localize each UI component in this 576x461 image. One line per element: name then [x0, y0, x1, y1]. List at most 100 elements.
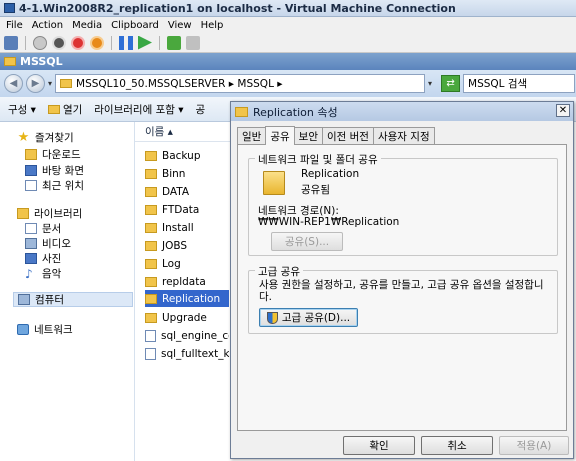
list-item[interactable]: Install — [145, 219, 229, 236]
pause-icon[interactable] — [119, 35, 133, 50]
reset-icon[interactable] — [138, 35, 152, 50]
organize-button[interactable]: 구성 ▾ — [8, 102, 36, 117]
nav-videos[interactable]: 비디오 — [25, 236, 71, 251]
turn-off-icon[interactable] — [52, 35, 66, 50]
open-label: 열기 — [62, 103, 83, 116]
folder-icon — [145, 186, 157, 197]
start-icon[interactable] — [33, 35, 47, 50]
nav-network[interactable]: 네트워크 — [17, 322, 73, 337]
address-bar[interactable]: MSSQL10_50.MSSQLSERVER ▸ MSSQL ▸ — [55, 74, 426, 93]
list-item[interactable]: DATA — [145, 183, 229, 200]
nav-libraries[interactable]: 라이브러리 — [17, 206, 82, 221]
network-path-value: ₩₩WIN-REP1₩Replication — [258, 216, 400, 228]
open-folder-icon — [47, 104, 60, 114]
file-list: 이름 ▴ Backup Binn DATA FTData Install JOB… — [135, 122, 230, 461]
nav-label: 컴퓨터 — [35, 294, 64, 306]
sharing-tab-panel: 네트워크 파일 및 폴더 공유 Replication 공유됨 네트워크 경로(… — [237, 144, 567, 431]
advanced-sharing-description: 사용 권한을 설정하고, 공유를 만들고, 고급 공유 옵션을 설정합니 — [259, 279, 544, 291]
folder-icon — [145, 168, 157, 179]
advanced-sharing-description-cont: 다. — [259, 291, 272, 303]
menu-view[interactable]: View — [168, 20, 192, 31]
list-item[interactable]: Upgrade — [145, 309, 229, 326]
shared-folder-icon — [263, 171, 285, 195]
file-icon — [145, 347, 156, 360]
nav-label: 네트워크 — [34, 324, 73, 336]
revert-icon[interactable] — [186, 35, 200, 50]
search-input[interactable]: MSSQL 검색 — [463, 74, 576, 93]
list-item[interactable]: repldata — [145, 273, 229, 290]
menu-clipboard[interactable]: Clipboard — [111, 20, 159, 31]
open-button[interactable]: 열기 — [47, 102, 83, 117]
nav-music[interactable]: ♪ 음악 — [25, 266, 61, 281]
list-item[interactable]: JOBS — [145, 237, 229, 254]
list-item-selected[interactable]: Replication — [145, 290, 229, 307]
file-name: repldata — [162, 275, 206, 288]
apply-button[interactable]: 적용(A) — [499, 436, 569, 455]
folder-icon — [145, 240, 157, 251]
tab-previous-versions[interactable]: 이전 버전 — [321, 127, 374, 144]
nav-documents[interactable]: 문서 — [25, 221, 61, 236]
nav-computer[interactable]: 컴퓨터 — [13, 292, 133, 307]
file-name: DATA — [162, 185, 190, 198]
nav-downloads[interactable]: 다운로드 — [25, 147, 81, 162]
advanced-sharing-button[interactable]: 고급 공유(D)... — [259, 308, 358, 327]
recent-places-icon — [25, 180, 37, 191]
vm-title-bar: 4-1.Win2008R2_replication1 on localhost … — [0, 0, 576, 17]
shutdown-icon[interactable] — [71, 35, 85, 50]
file-name: Replication — [162, 292, 221, 305]
ok-button[interactable]: 확인 — [343, 436, 415, 455]
folder-icon — [235, 106, 248, 117]
list-item[interactable]: Binn — [145, 165, 229, 182]
toolbar-separator — [25, 35, 26, 50]
menu-media[interactable]: Media — [72, 20, 102, 31]
close-button[interactable]: ✕ — [556, 104, 570, 117]
ctrl-alt-del-icon[interactable] — [4, 35, 18, 50]
nav-label: 음악 — [42, 268, 62, 280]
snapshot-icon[interactable] — [167, 35, 181, 50]
menu-help[interactable]: Help — [201, 20, 224, 31]
column-header-name[interactable]: 이름 ▴ — [135, 122, 230, 142]
nav-pictures[interactable]: 사진 — [25, 251, 61, 266]
list-item[interactable]: Backup — [145, 147, 229, 164]
save-state-icon[interactable] — [90, 35, 104, 50]
folder-icon — [145, 150, 157, 161]
forward-button[interactable]: ▶ — [26, 74, 45, 93]
file-icon — [145, 329, 156, 342]
file-name: Upgrade — [162, 311, 207, 324]
address-history-chevron-icon[interactable]: ▾ — [428, 79, 438, 88]
explorer-title-bar: MSSQL — [0, 53, 576, 70]
vm-menu-bar: File Action Media Clipboard View Help — [0, 17, 576, 33]
nav-label: 라이브러리 — [34, 208, 83, 220]
file-name: sql_engine_co — [161, 329, 229, 342]
list-item[interactable]: Log — [145, 255, 229, 272]
nav-recent[interactable]: 최근 위치 — [25, 178, 84, 193]
tab-sharing[interactable]: 공유 — [265, 126, 295, 145]
computer-icon — [18, 294, 30, 305]
network-icon — [17, 324, 29, 335]
nav-label: 바탕 화면 — [42, 165, 84, 177]
folder-icon — [145, 312, 157, 323]
nav-desktop[interactable]: 바탕 화면 — [25, 163, 84, 178]
list-item[interactable]: sql_fulltext_key — [145, 345, 229, 362]
menu-file[interactable]: File — [6, 20, 23, 31]
nav-favorites[interactable]: ★ 즐겨찾기 — [17, 130, 74, 145]
tab-general[interactable]: 일반 — [237, 127, 267, 144]
vm-app-icon — [4, 3, 15, 13]
tab-security[interactable]: 보안 — [293, 127, 323, 144]
list-item[interactable]: sql_engine_co — [145, 327, 229, 344]
tab-customize[interactable]: 사용자 지정 — [372, 127, 435, 144]
music-icon: ♪ — [25, 266, 33, 281]
menu-action[interactable]: Action — [32, 20, 63, 31]
library-icon — [17, 208, 29, 219]
back-button[interactable]: ◀ — [4, 74, 23, 93]
recent-pages-chevron-icon[interactable]: ▾ — [48, 79, 52, 88]
refresh-button[interactable]: ⇄ — [441, 75, 461, 92]
include-in-library-button[interactable]: 라이브러리에 포함 ▾ — [94, 102, 183, 117]
folder-icon — [145, 258, 157, 269]
cancel-button[interactable]: 취소 — [421, 436, 493, 455]
advanced-sharing-group: 고급 공유 사용 권한을 설정하고, 공유를 만들고, 고급 공유 옵션을 설정… — [248, 264, 558, 334]
file-name: sql_fulltext_key — [161, 347, 229, 360]
list-item[interactable]: FTData — [145, 201, 229, 218]
share-button[interactable]: 공유(S)... — [271, 232, 343, 251]
share-with-button[interactable]: 공 — [196, 102, 206, 117]
